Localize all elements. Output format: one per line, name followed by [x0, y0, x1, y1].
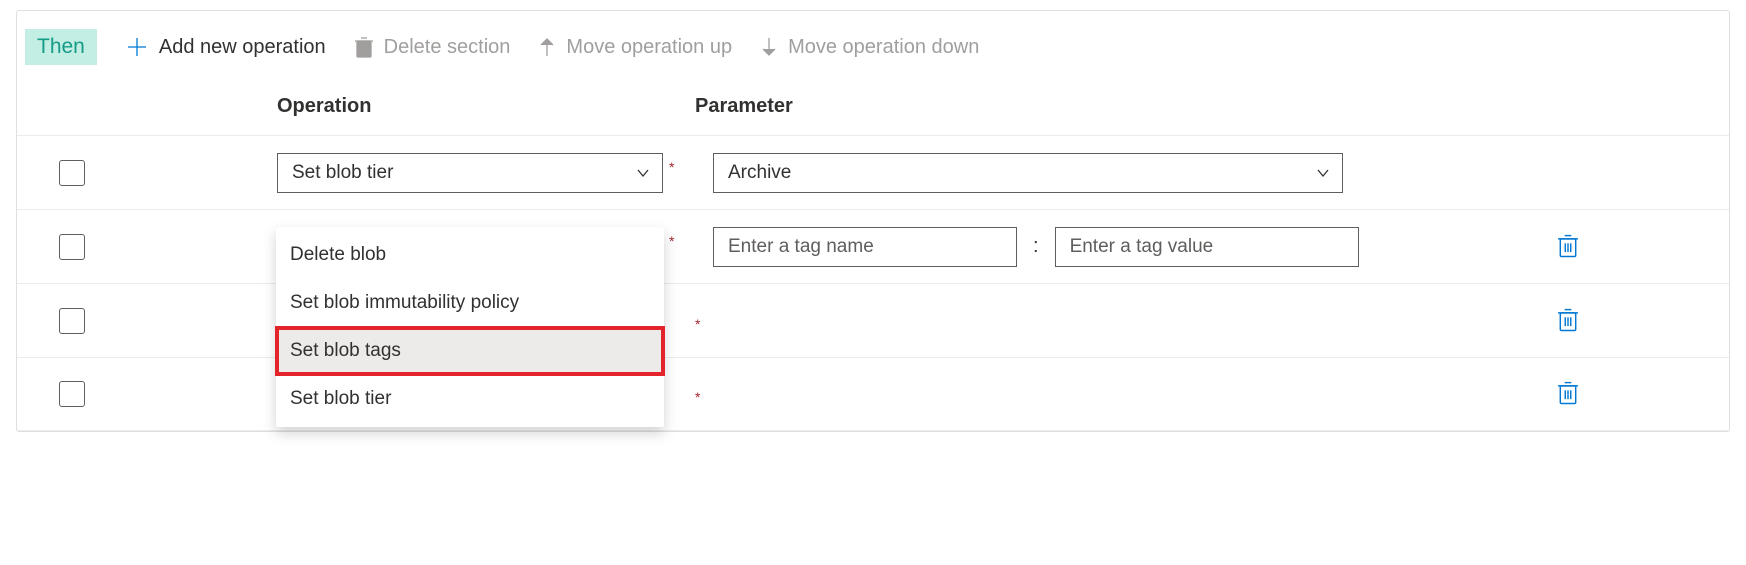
- then-toolbar: Then Add new operation Delete section Mo…: [17, 11, 1729, 83]
- trash-icon: [1557, 306, 1579, 332]
- parameter-column-header: Parameter: [695, 95, 1729, 118]
- arrow-down-icon: [760, 36, 778, 58]
- chevron-down-icon: [636, 166, 650, 180]
- colon-separator: :: [1029, 235, 1043, 258]
- required-asterisk: *: [669, 153, 674, 175]
- move-operation-down-button[interactable]: Move operation down: [760, 36, 979, 59]
- row-checkbox[interactable]: [59, 308, 85, 334]
- row-checkbox[interactable]: [59, 381, 85, 407]
- chevron-down-icon: [1316, 166, 1330, 180]
- add-new-operation-button[interactable]: Add new operation: [125, 35, 326, 59]
- delete-section-button[interactable]: Delete section: [354, 36, 511, 59]
- parameter-dropdown-value: Archive: [728, 162, 791, 184]
- dropdown-option-set-blob-tier[interactable]: Set blob tier: [276, 375, 664, 423]
- arrow-up-icon: [538, 36, 556, 58]
- table-row: Set blob tier * Archive: [17, 135, 1729, 209]
- dropdown-option-set-blob-tags[interactable]: Set blob tags: [276, 327, 664, 375]
- move-operation-up-button[interactable]: Move operation up: [538, 36, 732, 59]
- then-label: Then: [25, 29, 97, 65]
- grid-header-row: Operation Parameter: [17, 83, 1729, 135]
- move-down-label: Move operation down: [788, 36, 979, 59]
- parameter-dropdown[interactable]: Archive: [713, 153, 1343, 193]
- plus-icon: [125, 35, 149, 59]
- operations-grid: Operation Parameter Set blob tier * Arch…: [17, 83, 1729, 431]
- operation-dropdown-list: Delete blob Set blob immutability policy…: [276, 227, 664, 427]
- table-row: *: [17, 283, 1729, 357]
- trash-icon: [1557, 380, 1579, 406]
- tag-value-input[interactable]: [1055, 227, 1359, 267]
- operation-dropdown[interactable]: Set blob tier: [277, 153, 663, 193]
- row-checkbox[interactable]: [59, 234, 85, 260]
- table-row: *: [17, 357, 1729, 431]
- then-section-panel: Then Add new operation Delete section Mo…: [16, 10, 1730, 432]
- delete-row-button[interactable]: [1557, 306, 1579, 335]
- required-asterisk: *: [669, 227, 674, 249]
- dropdown-option-delete-blob[interactable]: Delete blob: [276, 231, 664, 279]
- add-new-operation-label: Add new operation: [159, 36, 326, 59]
- operation-column-header: Operation: [277, 95, 695, 118]
- required-asterisk: *: [695, 383, 700, 405]
- tag-name-input[interactable]: [713, 227, 1017, 267]
- delete-row-button[interactable]: [1557, 380, 1579, 409]
- required-asterisk: *: [695, 310, 700, 332]
- table-row: Set blob tags * :: [17, 209, 1729, 283]
- delete-row-button[interactable]: [1557, 232, 1579, 261]
- row-checkbox[interactable]: [59, 160, 85, 186]
- delete-section-label: Delete section: [384, 36, 511, 59]
- dropdown-option-set-blob-immutability-policy[interactable]: Set blob immutability policy: [276, 279, 664, 327]
- trash-icon: [354, 36, 374, 58]
- operation-dropdown-value: Set blob tier: [292, 162, 393, 184]
- move-up-label: Move operation up: [566, 36, 732, 59]
- trash-icon: [1557, 232, 1579, 258]
